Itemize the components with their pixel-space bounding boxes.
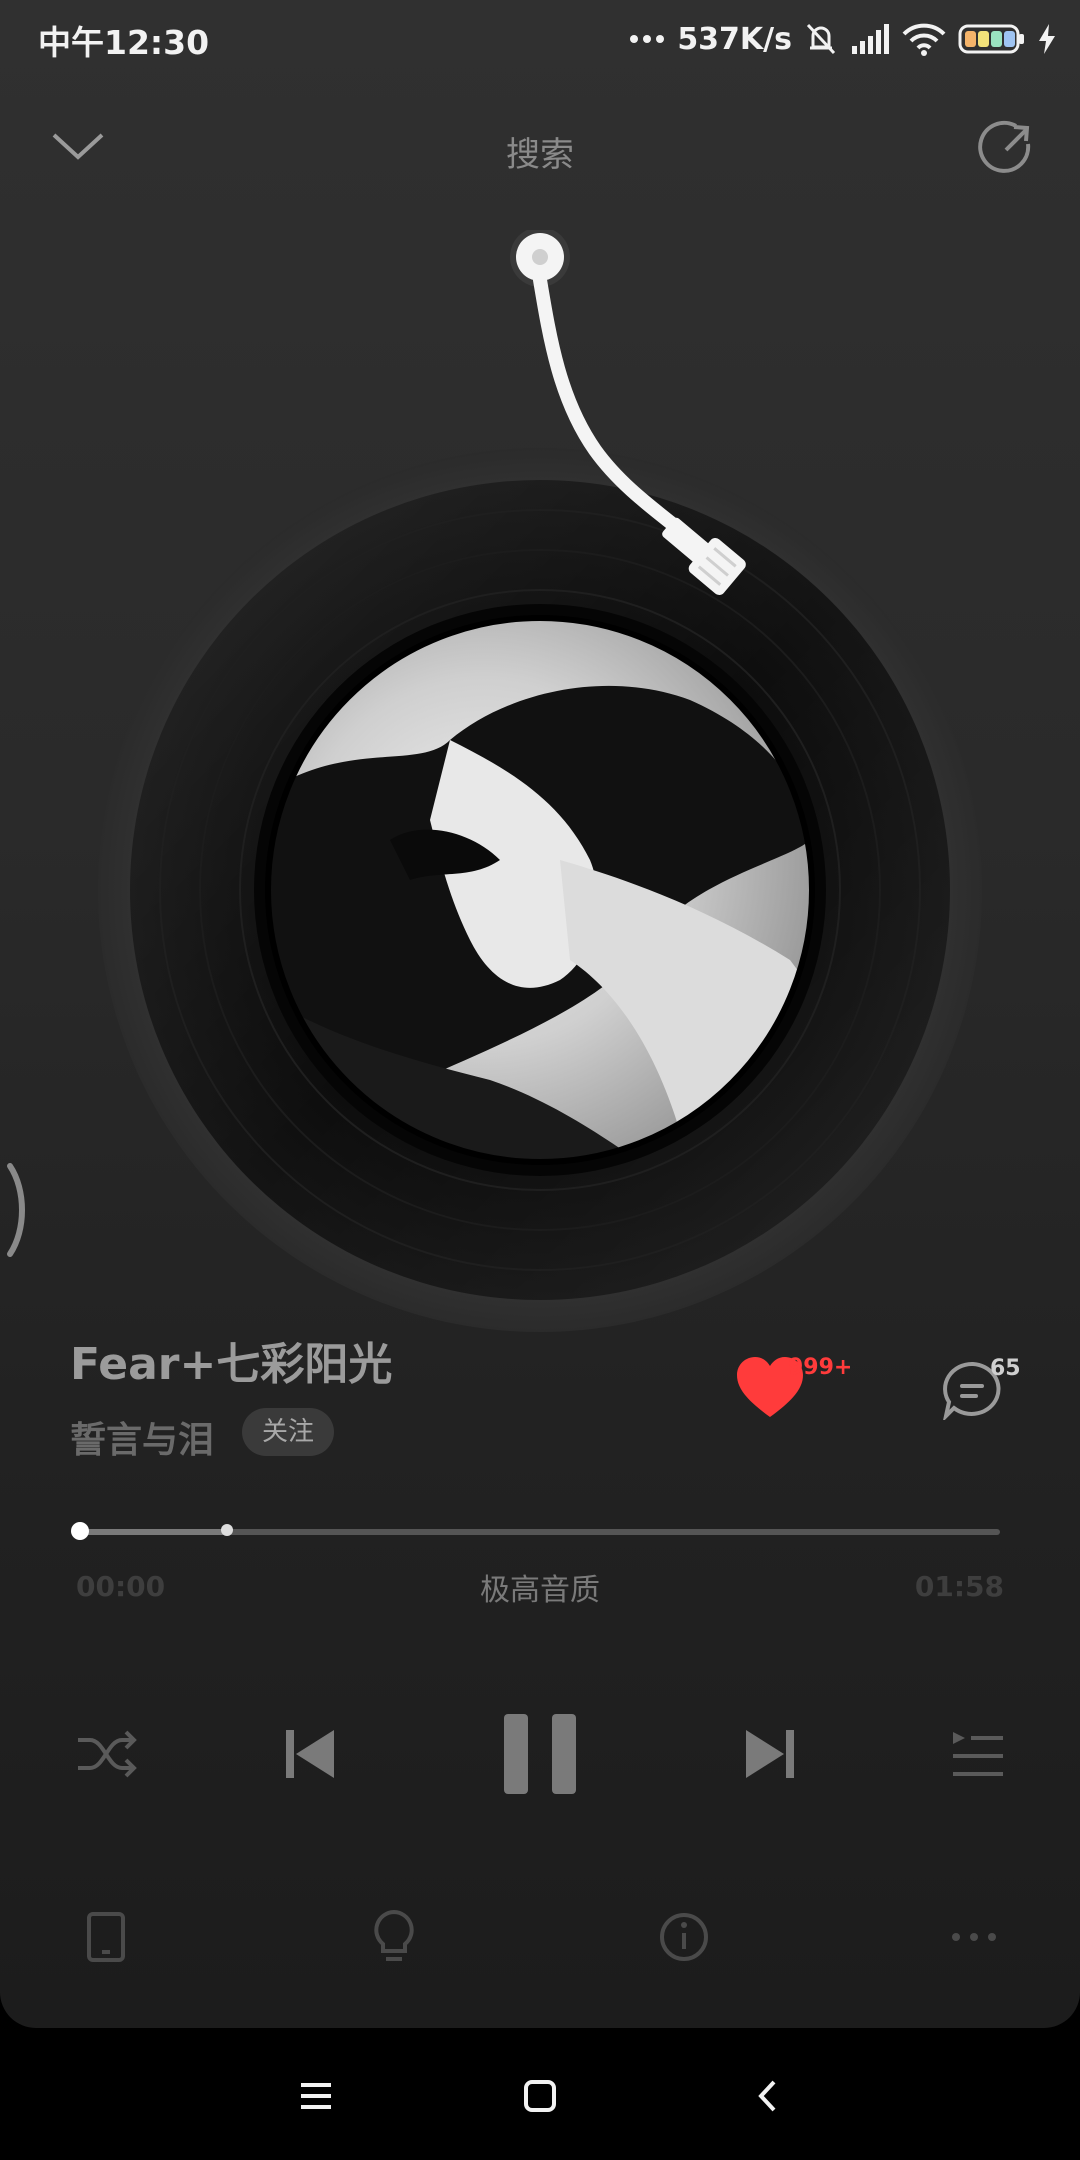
progress-thumb[interactable] (71, 1522, 89, 1540)
pause-icon (504, 1714, 576, 1794)
status-time: 中午12:30 (38, 23, 210, 62)
playlist-button[interactable] (945, 1722, 1009, 1786)
side-drawer-handle[interactable] (4, 1160, 28, 1260)
playlist-icon (953, 1732, 1003, 1776)
menu-icon (301, 2083, 331, 2109)
nav-home-button[interactable] (516, 2072, 564, 2120)
dots-icon (629, 33, 665, 45)
status-right: 537K/s (629, 14, 1056, 64)
next-button[interactable] (738, 1722, 802, 1786)
home-icon (524, 2080, 556, 2112)
signal-icon (850, 24, 890, 54)
nav-back-button[interactable] (744, 2072, 792, 2120)
battery-icon (958, 23, 1026, 55)
progress-bar[interactable] (71, 1522, 1000, 1540)
lightbulb-button[interactable] (362, 1905, 426, 1969)
follow-button[interactable]: 关注 (242, 1408, 334, 1456)
more-icon (952, 1933, 996, 1941)
buffer-fill (80, 1529, 228, 1535)
wifi-icon (902, 22, 946, 56)
search-title[interactable]: 搜索 (0, 127, 1080, 176)
device-button[interactable] (74, 1905, 138, 1969)
share-button[interactable] (976, 118, 1036, 178)
previous-button[interactable] (278, 1722, 342, 1786)
info-button[interactable] (652, 1905, 716, 1969)
net-speed: 537K/s (677, 21, 792, 57)
buffer-marker (221, 1524, 234, 1536)
shuffle-button[interactable] (70, 1722, 142, 1786)
charging-icon (1038, 24, 1056, 54)
artist-name[interactable]: 誓言与泪 (70, 1411, 214, 1463)
back-icon (758, 2080, 776, 2112)
mute-bell-icon (804, 21, 838, 57)
device-icon (87, 1912, 125, 1962)
status-bar: 中午12:30 537K/s (0, 0, 1080, 80)
nav-menu-button[interactable] (292, 2072, 340, 2120)
tonearm (510, 230, 746, 596)
comment-count: 65 (990, 1356, 1021, 1381)
shuffle-icon (78, 1730, 137, 1778)
info-icon (660, 1913, 708, 1961)
lightbulb-icon (374, 1909, 414, 1961)
share-icon (978, 120, 1031, 173)
more-button[interactable] (942, 1905, 1006, 1969)
previous-icon (286, 1730, 334, 1778)
player-screen: 中午12:30 537K/s 搜索 Fear+七彩阳光 誓言与泪 关注 999+… (0, 0, 1080, 2028)
next-icon (746, 1730, 794, 1778)
like-count: 999+ (788, 1355, 853, 1380)
time-total: 01:58 (914, 1570, 1004, 1603)
song-title: Fear+七彩阳光 (70, 1339, 393, 1390)
pause-button[interactable] (500, 1710, 580, 1798)
